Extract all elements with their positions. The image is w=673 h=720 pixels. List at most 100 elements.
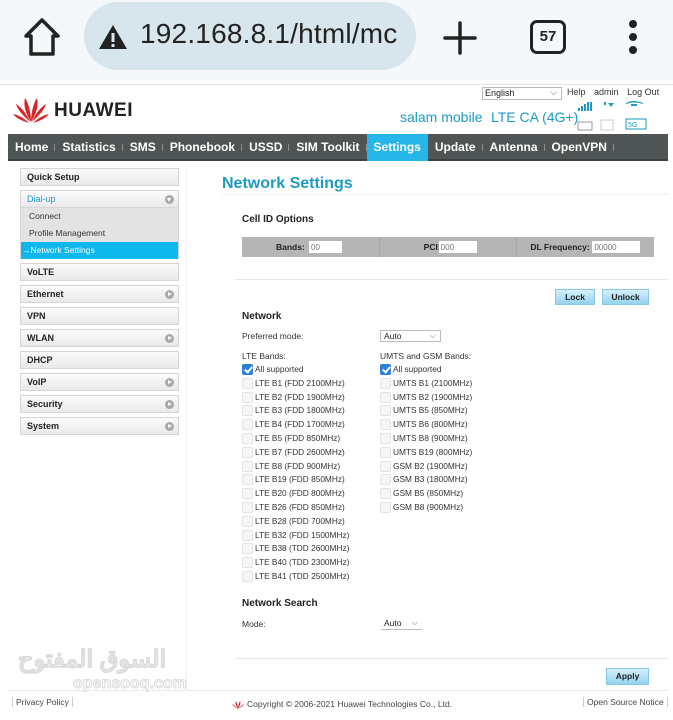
sidebar-item-dhcp[interactable]: DHCP <box>20 351 179 369</box>
home-button[interactable] <box>22 16 62 58</box>
checkbox[interactable] <box>242 446 253 458</box>
sidebar-item-vpn[interactable]: VPN <box>20 307 179 325</box>
preferred-mode-select[interactable]: Auto ⌵ <box>380 330 441 342</box>
tab-switcher-button[interactable]: 57 <box>530 20 566 54</box>
lte-checkbox-row[interactable]: LTE B4 (FDD 1700MHz) <box>242 418 349 432</box>
checkbox-checked[interactable] <box>380 364 391 375</box>
lte-checkbox-row[interactable]: LTE B3 (FDD 1800MHz) <box>242 404 349 418</box>
checkbox[interactable] <box>242 419 253 431</box>
sidebar-item-quick-setup[interactable]: Quick Setup <box>20 168 179 186</box>
checkbox[interactable] <box>380 391 391 403</box>
sidebar-item-security[interactable]: Security <box>20 395 179 413</box>
lte-checkbox-row[interactable]: LTE B19 (FDD 850MHz) <box>242 473 349 487</box>
umts-gsm-checkbox-row[interactable]: UMTS B8 (900MHz) <box>380 432 472 446</box>
checkbox[interactable] <box>380 405 391 417</box>
pci-segment: PCI: <box>380 237 518 257</box>
umts-gsm-checkbox-row[interactable]: UMTS B5 (850MHz) <box>380 404 472 418</box>
checkbox[interactable] <box>380 488 391 500</box>
checkbox[interactable] <box>380 501 391 513</box>
privacy-policy-link[interactable]: Privacy Policy <box>12 697 73 707</box>
sidebar-item-system[interactable]: System <box>20 417 179 435</box>
help-link[interactable]: Help <box>567 87 586 97</box>
admin-link[interactable]: admin <box>594 87 619 97</box>
umts-gsm-checkbox-row[interactable]: UMTS B2 (1900MHz) <box>380 391 472 405</box>
checkbox[interactable] <box>242 570 253 582</box>
open-source-notice-link[interactable]: Open Source Notice <box>583 697 668 707</box>
lte-checkbox-row[interactable]: LTE B5 (FDD 850MHz) <box>242 432 349 446</box>
checkbox[interactable] <box>242 405 253 417</box>
checkbox[interactable] <box>242 557 253 569</box>
lte-checkbox-row[interactable]: LTE B2 (FDD 1900MHz) <box>242 391 349 405</box>
lte-checkbox-row[interactable]: LTE B7 (FDD 2600MHz) <box>242 446 349 460</box>
dl-frequency-label: DL Frequency: <box>530 242 590 252</box>
nav-sim-toolkit[interactable]: SIM Toolkit <box>289 134 367 161</box>
umts-gsm-checkbox-row[interactable]: GSM B5 (850MHz) <box>380 487 472 501</box>
sidebar-item-volte[interactable]: VoLTE <box>20 263 179 281</box>
nav-update[interactable]: Update <box>428 134 483 161</box>
more-menu-button[interactable] <box>620 16 646 58</box>
checkbox[interactable] <box>380 460 391 472</box>
checkbox[interactable] <box>242 488 253 500</box>
umts-gsm-checkbox-row[interactable]: GSM B3 (1800MHz) <box>380 473 472 487</box>
lte-checkbox-row[interactable]: LTE B41 (TDD 2500MHz) <box>242 570 349 584</box>
dl-frequency-input[interactable] <box>592 241 641 253</box>
checkbox[interactable] <box>380 419 391 431</box>
sidebar-subitem-network-settings[interactable]: →Network Settings <box>20 242 179 259</box>
checkbox[interactable] <box>380 446 391 458</box>
lte-checkbox-row[interactable]: LTE B38 (TDD 2600MHz) <box>242 542 349 556</box>
lte-checkbox-row[interactable]: LTE B28 (FDD 700MHz) <box>242 515 349 529</box>
url-text[interactable]: 192.168.8.1/html/mc <box>140 18 404 50</box>
apply-button[interactable]: Apply <box>606 668 649 685</box>
search-mode-select[interactable]: Auto ⌵ <box>381 618 422 630</box>
nav-antenna[interactable]: Antenna <box>483 134 545 161</box>
checkbox[interactable] <box>242 460 253 472</box>
sidebar-item-ethernet[interactable]: Ethernet <box>20 285 179 303</box>
checkbox[interactable] <box>242 529 253 541</box>
bands-input[interactable] <box>309 241 342 253</box>
checkbox[interactable] <box>242 432 253 444</box>
logout-link[interactable]: Log Out <box>627 87 659 97</box>
sidebar-subitem-connect[interactable]: Connect <box>20 208 179 225</box>
sidebar-item-voip[interactable]: VoIP <box>20 373 179 391</box>
checkbox[interactable] <box>242 515 253 527</box>
new-tab-button[interactable] <box>440 18 480 58</box>
nav-home[interactable]: Home <box>8 134 56 161</box>
lte-checkbox-row[interactable]: LTE B26 (FDD 850MHz) <box>242 501 349 515</box>
lte-checkbox-row[interactable]: LTE B40 (TDD 2300MHz) <box>242 556 349 570</box>
unlock-button[interactable]: Unlock <box>602 289 649 305</box>
checkbox[interactable] <box>242 543 253 555</box>
lte-checkbox-row[interactable]: LTE B32 (FDD 1500MHz) <box>242 529 349 543</box>
nav-settings[interactable]: Settings <box>366 134 428 161</box>
nav-ussd[interactable]: USSD <box>242 134 290 161</box>
pci-input[interactable] <box>438 241 477 253</box>
lte-checkbox-row[interactable]: LTE B1 (FDD 2100MHz) <box>242 377 349 391</box>
umts-gsm-checkbox-row[interactable]: UMTS B6 (800MHz) <box>380 418 472 432</box>
checkbox[interactable] <box>242 501 253 513</box>
nav-sms[interactable]: SMS <box>123 134 163 161</box>
sidebar-subitem-profile-management[interactable]: Profile Management <box>20 225 179 242</box>
lte-band-label: LTE B3 (FDD 1800MHz) <box>255 405 345 416</box>
checkbox[interactable] <box>242 377 253 389</box>
nav-openvpn[interactable]: OpenVPN <box>545 134 615 161</box>
checkbox[interactable] <box>380 474 391 486</box>
checkbox[interactable] <box>380 432 391 444</box>
language-select[interactable]: English ⌵ <box>482 87 562 100</box>
address-bar[interactable]: 192.168.8.1/html/mc <box>84 2 416 70</box>
sidebar-item-wlan[interactable]: WLAN <box>20 329 179 347</box>
lte-checkbox-row[interactable]: LTE B20 (FDD 800MHz) <box>242 487 349 501</box>
checkbox-checked[interactable] <box>242 364 253 375</box>
checkbox[interactable] <box>242 474 253 486</box>
umts-gsm-checkbox-row[interactable]: UMTS B19 (800MHz) <box>380 446 472 460</box>
umts-gsm-checkbox-row[interactable]: All supported <box>380 363 472 377</box>
umts-gsm-checkbox-row[interactable]: UMTS B1 (2100MHz) <box>380 377 472 391</box>
checkbox[interactable] <box>380 377 391 389</box>
checkbox[interactable] <box>242 391 253 403</box>
lte-checkbox-row[interactable]: LTE B8 (FDD 900MHz) <box>242 460 349 474</box>
lte-checkbox-row[interactable]: All supported <box>242 363 349 377</box>
umts-gsm-checkbox-row[interactable]: GSM B8 (900MHz) <box>380 501 472 515</box>
umts-gsm-checkbox-row[interactable]: GSM B2 (1900MHz) <box>380 460 472 474</box>
nav-statistics[interactable]: Statistics <box>55 134 124 161</box>
sidebar-item-dial-up[interactable]: Dial-up <box>20 190 179 208</box>
lock-button[interactable]: Lock <box>555 289 595 305</box>
nav-phonebook[interactable]: Phonebook <box>163 134 243 161</box>
